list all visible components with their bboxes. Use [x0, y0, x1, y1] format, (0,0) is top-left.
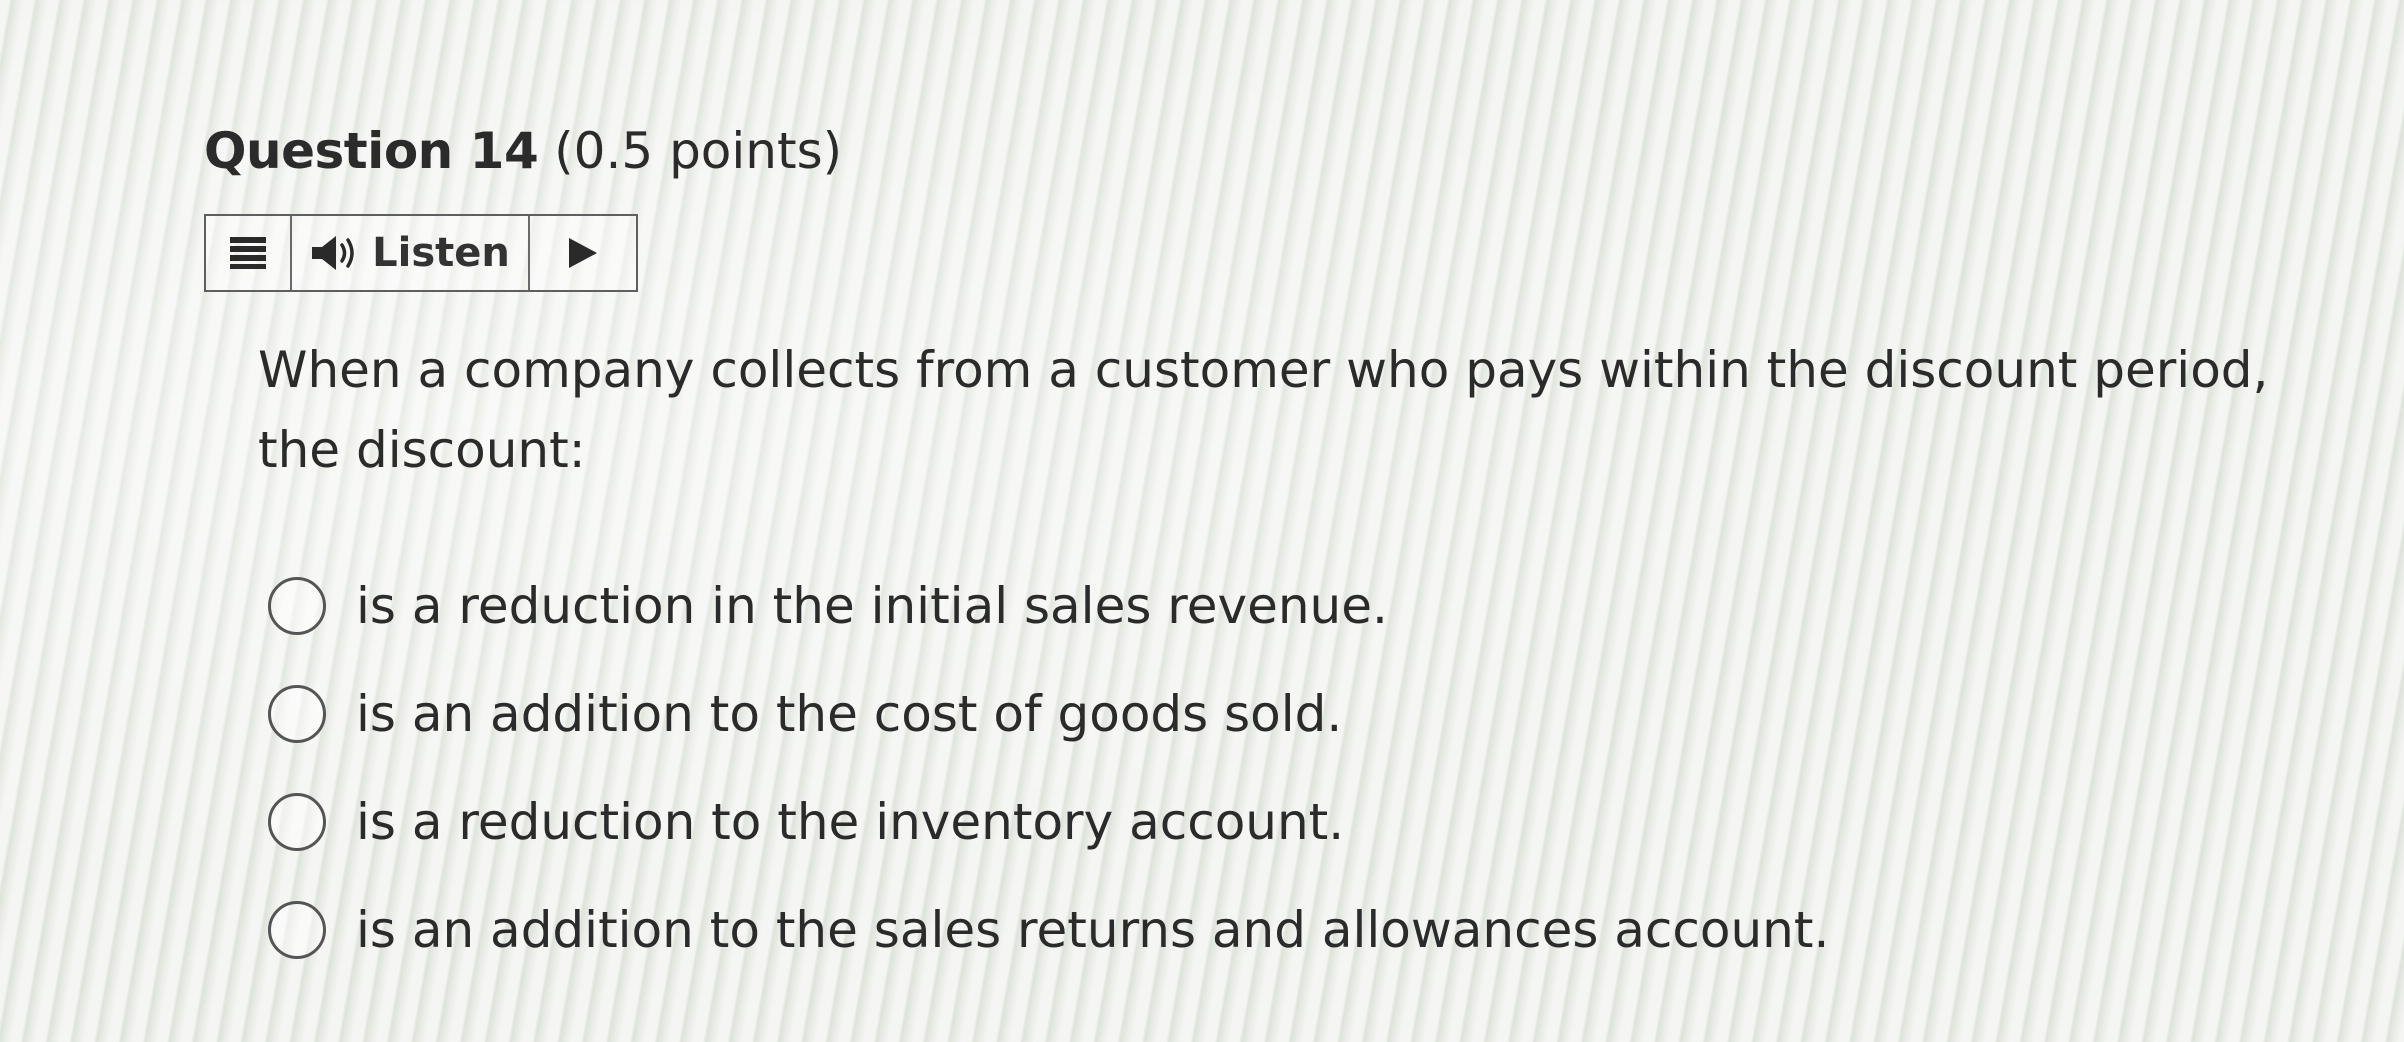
play-icon [569, 238, 597, 268]
radio-button[interactable] [268, 793, 326, 851]
answer-option[interactable]: is a reduction to the inventory account. [268, 768, 1829, 876]
radio-button[interactable] [268, 577, 326, 635]
question-header: Question 14 (0.5 points) [204, 118, 842, 184]
answer-option-label: is an addition to the cost of goods sold… [356, 685, 1343, 743]
answer-option[interactable]: is an addition to the cost of goods sold… [268, 660, 1829, 768]
answer-option-label: is an addition to the sales returns and … [356, 901, 1830, 959]
menu-icon [230, 237, 266, 269]
question-text: When a company collects from a customer … [258, 341, 2269, 479]
listen-toolbar: Listen [204, 214, 638, 292]
answer-option-label: is a reduction to the inventory account. [356, 793, 1345, 851]
listen-label: Listen [372, 230, 510, 276]
answer-options: is a reduction in the initial sales reve… [268, 552, 1829, 984]
question-points: (0.5 points) [554, 122, 843, 180]
answer-option[interactable]: is an addition to the sales returns and … [268, 876, 1829, 984]
toolbar-menu-button[interactable] [206, 216, 292, 290]
radio-button[interactable] [268, 901, 326, 959]
speaker-icon [312, 236, 354, 270]
listen-button[interactable]: Listen [292, 216, 530, 290]
radio-button[interactable] [268, 685, 326, 743]
question-title: Question 14 [204, 122, 539, 180]
answer-option-label: is a reduction in the initial sales reve… [356, 577, 1388, 635]
answer-option[interactable]: is a reduction in the initial sales reve… [268, 552, 1829, 660]
play-button[interactable] [530, 216, 636, 290]
